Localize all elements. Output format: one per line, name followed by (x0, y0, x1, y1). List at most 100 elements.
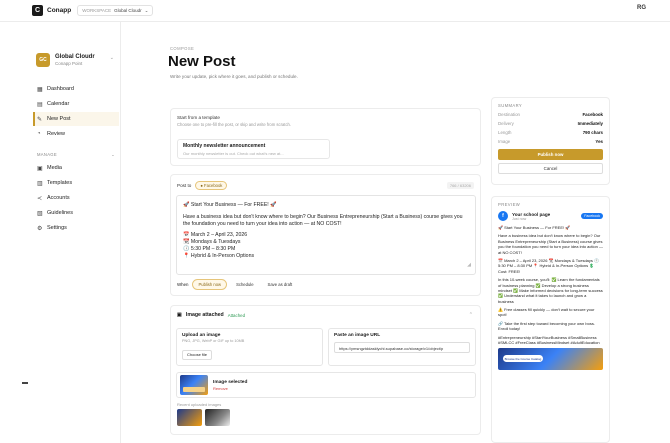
nav-item-accounts[interactable]: ≺ Accounts (33, 191, 119, 205)
image-url-input[interactable]: https://ymsngztddasklychi.supabase.co/st… (334, 342, 470, 353)
publish-now-button[interactable]: Publish now (498, 149, 603, 160)
image-header[interactable]: ▣ Image attached Attached (177, 312, 474, 318)
manage-section-header[interactable]: MANAGE ⌄ (33, 152, 119, 157)
publish-now-option[interactable]: Publish now (192, 279, 228, 290)
summary-row: Delivery Immediately (498, 121, 603, 126)
recent-uploads (177, 409, 230, 426)
nav-label: Settings (47, 225, 67, 231)
account-switcher[interactable]: GC Global Cloudr Conapp Point ⌄ (36, 48, 116, 72)
workspace-value: Global Cloudr (114, 8, 142, 13)
summary-key: Delivery (498, 121, 514, 126)
page-subtitle: Write your update, pick where it goes, a… (170, 74, 298, 79)
chevron-updown-icon: ⌄ (109, 55, 114, 61)
remove-image-link[interactable]: Remove (213, 386, 247, 391)
recent-image-thumbnail[interactable] (205, 409, 230, 426)
url-panel: Paste an image URL https://ymsngztddaskl… (328, 328, 476, 366)
image-icon: ▣ (177, 312, 182, 318)
body-line: Have a business idea but don't know wher… (183, 213, 463, 227)
platform-chip-facebook[interactable]: ● Facebook (195, 181, 228, 190)
preview-line: 🚀 Start Your Business — For FREE! 🚀 (498, 225, 571, 230)
post-body-textarea[interactable]: 🚀 Start Your Business — For FREE! 🚀 Have… (176, 195, 476, 275)
preview-line: Have a business idea but don't know wher… (498, 233, 603, 255)
resize-handle-icon[interactable]: ◢ (467, 262, 471, 268)
selected-label: Image selected (213, 379, 248, 385)
nav-item-calendar[interactable]: ▤ Calendar (33, 97, 119, 111)
template-option[interactable]: Monthly newsletter announcement Our mont… (177, 139, 330, 159)
template-card: Start from a template Choose one to pre-… (170, 108, 481, 166)
template-hint: Choose one to pre-fill the post, or skip… (177, 122, 292, 127)
preview-page-name: Your school page (512, 211, 551, 217)
summary-row: Destination Facebook (498, 112, 603, 117)
main-content: COMPOSE New Post Write your update, pick… (121, 22, 481, 443)
nav-item-templates[interactable]: ▥ Templates (33, 176, 119, 190)
nav-item-dashboard[interactable]: ▦ Dashboard (33, 82, 119, 96)
preview-title: PREVIEW (498, 202, 521, 207)
page-title: New Post (168, 53, 236, 70)
breadcrumb: COMPOSE (170, 46, 195, 51)
preview-line: #Entrepreneurship #StartYourBusiness #Sm… (498, 334, 600, 346)
preview-body: 🚀 Start Your Business — For FREE! 🚀 Have… (498, 225, 603, 345)
template-desc: Our monthly newsletter is out. Check out… (183, 151, 284, 156)
templates-icon: ▥ (37, 180, 43, 187)
account-avatar: GC (36, 53, 50, 67)
brand-name: Conapp (47, 7, 72, 14)
account-sub: Conapp Point (55, 61, 83, 66)
summary-row: Image Yes (498, 139, 603, 144)
nav-item-settings[interactable]: ⚙ Settings (33, 221, 119, 235)
workspace-label: WORKSPACE (82, 8, 112, 13)
share-icon: ≺ (37, 195, 43, 202)
review-icon: ◔ (37, 131, 41, 137)
user-avatar[interactable]: RG (637, 5, 646, 11)
nav-label: Templates (47, 180, 73, 186)
preview-line: 📅 March 2 – April 23, 2026 📆 Mondays & T… (498, 257, 599, 274)
nav-label: Accounts (47, 195, 70, 201)
book-icon: ▧ (37, 210, 43, 217)
cancel-button[interactable]: Cancel (498, 163, 603, 174)
pencil-icon: ✎ (37, 116, 43, 123)
body-line: 🚀 Start Your Business — For FREE! 🚀 (183, 202, 277, 208)
nav-item-media[interactable]: ▣ Media (33, 161, 119, 175)
nav-label: Dashboard (47, 86, 74, 92)
choose-file-button[interactable]: Choose file (182, 349, 213, 360)
workspace-selector[interactable]: WORKSPACE Global Cloudr ⌄ (77, 5, 154, 16)
app-logo: C (32, 5, 43, 16)
schedule-option[interactable]: Schedule (231, 280, 258, 289)
char-count: 766 / 63206 (446, 182, 474, 189)
nav-label: Review (47, 131, 66, 137)
calendar-icon: ▤ (37, 101, 43, 108)
when-selector: When Publish now Schedule Save as draft (177, 279, 297, 290)
preview-page-sub: Just now (512, 216, 527, 221)
selected-image-thumbnail (180, 375, 208, 395)
summary-value: Immediately (577, 121, 603, 126)
template-label: Start from a template (177, 115, 220, 120)
when-label: When (177, 282, 189, 287)
upload-title: Upload an image (182, 333, 221, 338)
save-draft-option[interactable]: Save as draft (263, 280, 298, 289)
preview-platform-badge: Facebook (581, 213, 603, 219)
nav-item-review[interactable]: ◔ Review (33, 127, 119, 141)
sidebar: GC Global Cloudr Conapp Point ⌄ ▦ Dashboa… (28, 22, 121, 443)
chevron-down-icon: ⌄ (111, 152, 115, 157)
summary-value: Facebook (582, 112, 604, 117)
nav-item-new-post[interactable]: ✎ New Post (33, 112, 119, 126)
window-edge (22, 382, 28, 384)
gear-icon: ⚙ (37, 225, 43, 232)
recent-image-thumbnail[interactable] (177, 409, 202, 426)
account-name: Global Cloudr (55, 54, 95, 60)
dashboard-icon: ▦ (37, 86, 43, 93)
media-icon: ▣ (37, 165, 43, 172)
preview-line: 🔗 Take the first step toward becoming yo… (498, 320, 595, 332)
body-line: 📆 Mondays & Tuesdays (183, 239, 241, 245)
upload-hint: PNG, JPG, WebP or GIF up to 10MB (182, 339, 245, 343)
nav-item-guidelines[interactable]: ▧ Guidelines (33, 206, 119, 220)
summary-row: Length 790 chars (498, 130, 603, 135)
summary-value: 790 chars (582, 130, 603, 135)
summary-value: Yes (595, 139, 603, 144)
attached-badge: Attached (227, 312, 246, 318)
summary-key: Length (498, 130, 512, 135)
platform-name: Facebook (204, 183, 223, 188)
url-title: Paste an image URL (334, 333, 381, 338)
selected-image: Image selected Remove (176, 372, 476, 398)
summary-key: Image (498, 139, 511, 144)
chevron-up-icon[interactable]: ⌃ (469, 312, 473, 318)
